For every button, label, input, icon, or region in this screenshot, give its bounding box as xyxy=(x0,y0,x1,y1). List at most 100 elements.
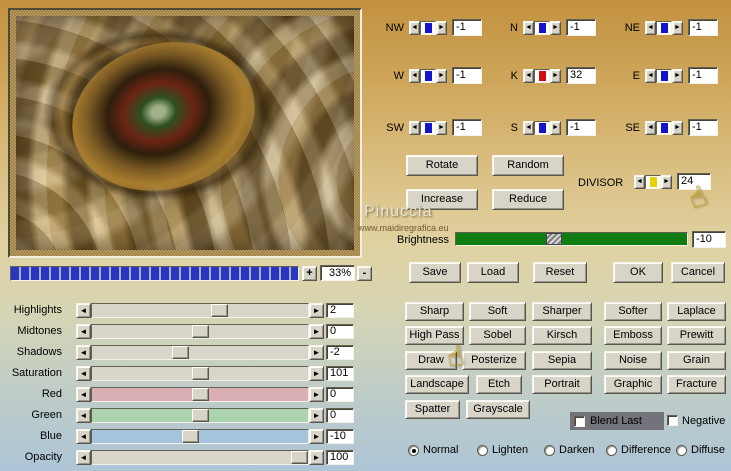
value-opacity[interactable]: 100 xyxy=(326,450,354,465)
kernel-value-ne[interactable]: -1 xyxy=(688,19,718,36)
slider-thumb-highlights[interactable] xyxy=(211,304,229,317)
value-red[interactable]: 0 xyxy=(326,387,354,402)
brightness-track[interactable] xyxy=(455,232,688,246)
reduce-button[interactable]: Reduce xyxy=(492,189,564,210)
slider-track-shadows[interactable] xyxy=(91,345,309,360)
spinner-decrement-icon[interactable]: ◄ xyxy=(409,68,420,83)
spinner-decrement-icon[interactable]: ◄ xyxy=(645,20,656,35)
arrow-right-icon[interactable]: ► xyxy=(309,366,324,381)
slider-thumb-red[interactable] xyxy=(191,388,209,401)
slider-thumb-midtones[interactable] xyxy=(191,325,209,338)
spinner-increment-icon[interactable]: ► xyxy=(436,20,447,35)
slider-track-highlights[interactable] xyxy=(91,303,309,318)
slider-track-opacity[interactable] xyxy=(91,450,309,465)
slider-track-midtones[interactable] xyxy=(91,324,309,339)
spinner-decrement-icon[interactable]: ◄ xyxy=(523,68,534,83)
kernel-value-sw[interactable]: -1 xyxy=(452,119,482,136)
slider-track-saturation[interactable] xyxy=(91,366,309,381)
spinner-increment-icon[interactable]: ► xyxy=(672,68,683,83)
spinner-decrement-icon[interactable]: ◄ xyxy=(523,20,534,35)
arrow-left-icon[interactable]: ◄ xyxy=(76,408,91,423)
arrow-right-icon[interactable]: ► xyxy=(309,408,324,423)
radio-diffuse[interactable] xyxy=(676,445,687,456)
value-midtones[interactable]: 0 xyxy=(326,324,354,339)
spinner-decrement-icon[interactable]: ◄ xyxy=(409,20,420,35)
kernel-value-n[interactable]: -1 xyxy=(566,19,596,36)
zoom-out-button[interactable]: - xyxy=(357,266,372,281)
filter-noise-button[interactable]: Noise xyxy=(604,351,662,370)
kernel-value-se[interactable]: -1 xyxy=(688,119,718,136)
filter-sobel-button[interactable]: Sobel xyxy=(469,326,526,345)
slider-thumb-opacity[interactable] xyxy=(291,451,308,464)
arrow-right-icon[interactable]: ► xyxy=(309,387,324,402)
filter-sharp-button[interactable]: Sharp xyxy=(405,302,464,321)
slider-thumb-green[interactable] xyxy=(191,409,209,422)
arrow-right-icon[interactable]: ► xyxy=(309,450,324,465)
spinner-decrement-icon[interactable]: ◄ xyxy=(645,68,656,83)
arrow-right-icon[interactable]: ► xyxy=(309,324,324,339)
spinner-increment-icon[interactable]: ► xyxy=(436,68,447,83)
spinner-decrement-icon[interactable]: ◄ xyxy=(523,120,534,135)
value-saturation[interactable]: 101 xyxy=(326,366,354,381)
load-button[interactable]: Load xyxy=(467,262,519,283)
filter-laplace-button[interactable]: Laplace xyxy=(667,302,726,321)
brightness-value[interactable]: -10 xyxy=(692,231,726,248)
filter-graphic-button[interactable]: Graphic xyxy=(604,375,662,394)
value-highlights[interactable]: 2 xyxy=(326,303,354,318)
spinner-increment-icon[interactable]: ► xyxy=(436,120,447,135)
filter-grayscale-button[interactable]: Grayscale xyxy=(466,400,530,419)
filter-grain-button[interactable]: Grain xyxy=(667,351,726,370)
arrow-left-icon[interactable]: ◄ xyxy=(76,303,91,318)
arrow-left-icon[interactable]: ◄ xyxy=(76,429,91,444)
arrow-right-icon[interactable]: ► xyxy=(309,303,324,318)
blend-last-checkbox[interactable] xyxy=(574,415,585,427)
random-button[interactable]: Random xyxy=(492,155,564,176)
slider-thumb-blue[interactable] xyxy=(181,430,199,443)
spinner-increment-icon[interactable]: ► xyxy=(672,20,683,35)
value-shadows[interactable]: -2 xyxy=(326,345,354,360)
brightness-thumb[interactable] xyxy=(546,233,563,245)
filter-sharper-button[interactable]: Sharper xyxy=(532,302,592,321)
kernel-value-nw[interactable]: -1 xyxy=(452,19,482,36)
arrow-left-icon[interactable]: ◄ xyxy=(76,324,91,339)
reset-button[interactable]: Reset xyxy=(533,262,587,283)
kernel-value-w[interactable]: -1 xyxy=(452,67,482,84)
ok-button[interactable]: OK xyxy=(613,262,663,283)
filter-emboss-button[interactable]: Emboss xyxy=(604,326,662,345)
filter-spatter-button[interactable]: Spatter xyxy=(405,400,460,419)
filter-posterize-button[interactable]: Posterize xyxy=(462,351,526,370)
zoom-in-button[interactable]: + xyxy=(302,266,317,281)
zoom-progress-bar[interactable] xyxy=(10,266,299,281)
kernel-value-e[interactable]: -1 xyxy=(688,67,718,84)
filter-landscape-button[interactable]: Landscape xyxy=(405,375,469,394)
spinner-increment-icon[interactable]: ► xyxy=(661,175,672,189)
filter-kirsch-button[interactable]: Kirsch xyxy=(532,326,592,345)
negative-checkbox[interactable] xyxy=(667,415,678,426)
slider-thumb-shadows[interactable] xyxy=(171,346,189,359)
arrow-left-icon[interactable]: ◄ xyxy=(76,387,91,402)
arrow-left-icon[interactable]: ◄ xyxy=(76,366,91,381)
filter-etch-button[interactable]: Etch xyxy=(476,375,522,394)
spinner-decrement-icon[interactable]: ◄ xyxy=(645,120,656,135)
filter-prewitt-button[interactable]: Prewitt xyxy=(667,326,726,345)
arrow-right-icon[interactable]: ► xyxy=(309,429,324,444)
spinner-decrement-icon[interactable]: ◄ xyxy=(409,120,420,135)
filter-portrait-button[interactable]: Portrait xyxy=(532,375,592,394)
filter-sepia-button[interactable]: Sepia xyxy=(532,351,592,370)
rotate-button[interactable]: Rotate xyxy=(406,155,478,176)
slider-track-green[interactable] xyxy=(91,408,309,423)
slider-track-red[interactable] xyxy=(91,387,309,402)
kernel-value-s[interactable]: -1 xyxy=(566,119,596,136)
value-green[interactable]: 0 xyxy=(326,408,354,423)
filter-fracture-button[interactable]: Fracture xyxy=(667,375,726,394)
zoom-value[interactable]: 33% xyxy=(320,265,355,281)
cancel-button[interactable]: Cancel xyxy=(671,262,725,283)
slider-track-blue[interactable] xyxy=(91,429,309,444)
radio-normal[interactable] xyxy=(408,445,419,456)
kernel-value-k[interactable]: 32 xyxy=(566,67,596,84)
arrow-left-icon[interactable]: ◄ xyxy=(76,345,91,360)
save-button[interactable]: Save xyxy=(409,262,461,283)
radio-difference[interactable] xyxy=(606,445,617,456)
arrow-left-icon[interactable]: ◄ xyxy=(76,450,91,465)
spinner-decrement-icon[interactable]: ◄ xyxy=(634,175,645,189)
